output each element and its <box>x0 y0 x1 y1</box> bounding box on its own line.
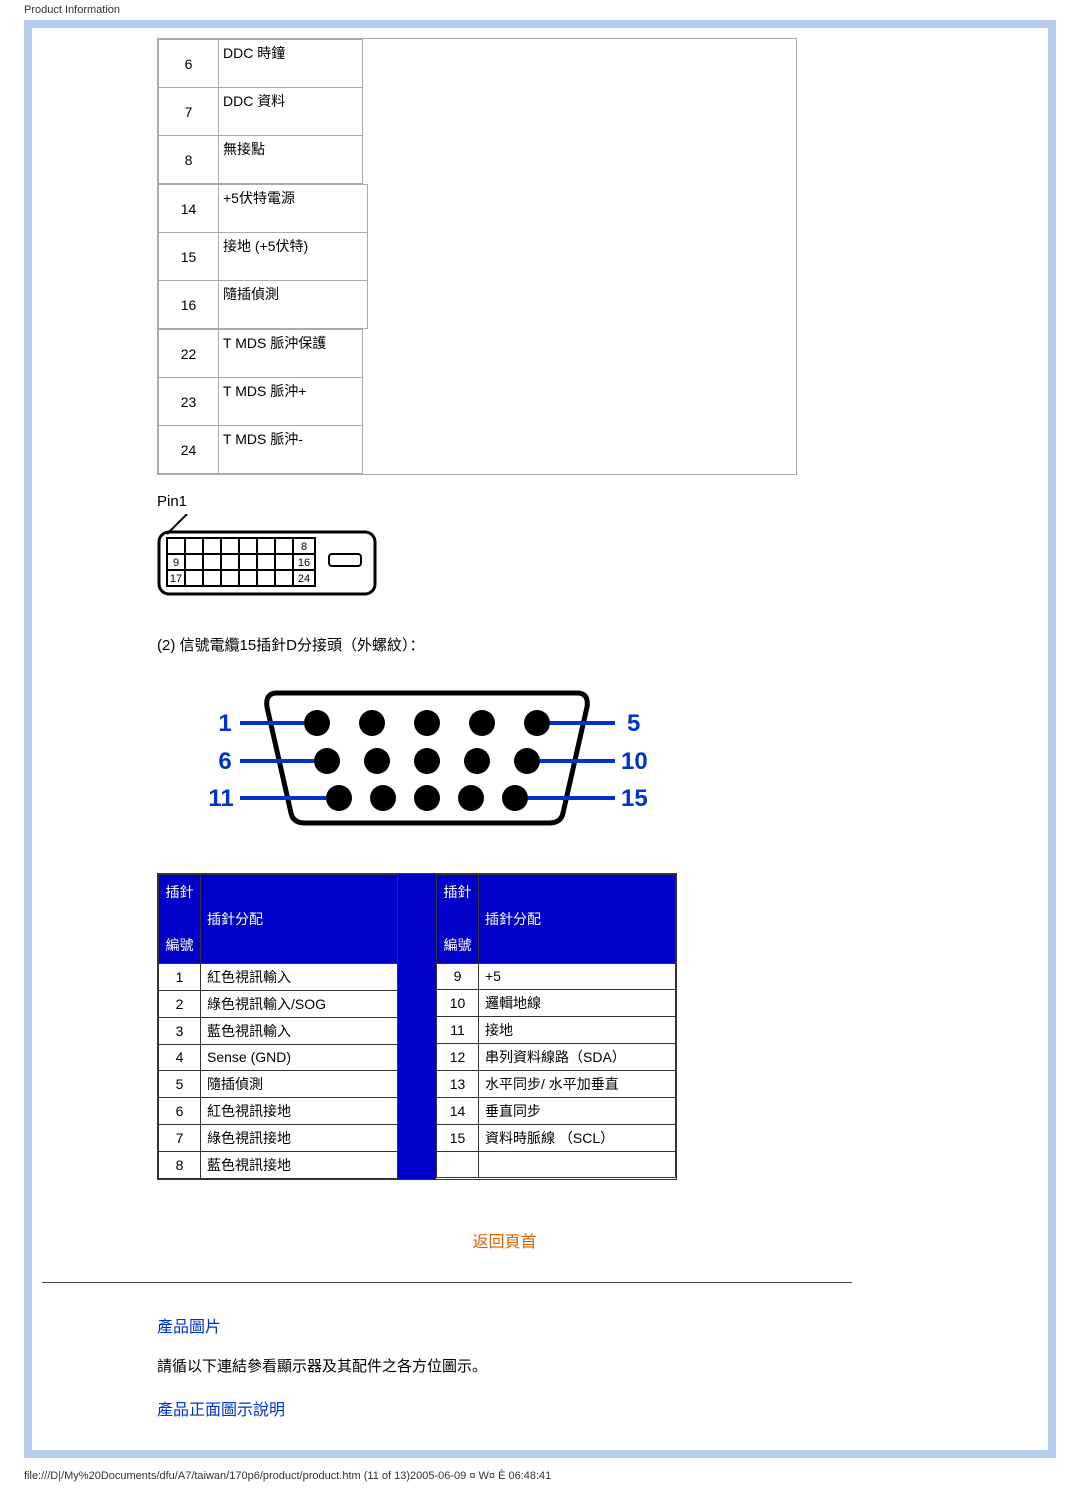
svg-text:6: 6 <box>218 748 231 775</box>
product-image-text: 請循以下連結參看顯示器及其配件之各方位圖示。 <box>157 1355 967 1376</box>
dvi-pin-table: 6DDC 時鐘 7DDC 資料 8無接點 14+5伏特電源 15接地 (+5伏特… <box>157 38 797 475</box>
table-row: 11接地 <box>437 1016 676 1043</box>
page-footer: file:///D|/My%20Documents/dfu/A7/taiwan/… <box>0 1468 1080 1490</box>
pin1-label: Pin1 <box>157 493 967 510</box>
table-row: 9+5 <box>437 963 676 989</box>
table-row: 4Sense (GND) <box>159 1044 398 1070</box>
content-area: 6DDC 時鐘 7DDC 資料 8無接點 14+5伏特電源 15接地 (+5伏特… <box>32 28 1048 1450</box>
product-image-heading: 產品圖片 <box>157 1313 967 1337</box>
svg-text:11: 11 <box>208 785 233 812</box>
svg-text:9: 9 <box>173 557 179 569</box>
table-header: 插針編號 插針分配 <box>437 875 676 964</box>
back-to-top-anchor[interactable]: 返回頁首 <box>472 1234 536 1251</box>
vga-pin-table: 插針編號 插針分配 1紅色視訊輸入2綠色視訊輸入/SOG3藍色視訊輸入4Sens… <box>157 873 677 1180</box>
table-row: 13水平同步/ 水平加垂直 <box>437 1070 676 1097</box>
spacer <box>398 874 436 1179</box>
divider <box>42 1282 852 1283</box>
table-row: 10邏輯地線 <box>437 989 676 1016</box>
svg-text:5: 5 <box>627 710 640 737</box>
section-2-title: (2) 信號電纜15插針D分接頭（外螺紋）： <box>157 634 967 655</box>
table-row: 5隨插偵測 <box>159 1070 398 1097</box>
table-row: 6DDC 時鐘 <box>159 40 363 88</box>
svg-text:8: 8 <box>301 541 307 553</box>
table-row: 7DDC 資料 <box>159 88 363 136</box>
svg-text:1: 1 <box>218 710 231 737</box>
table-row: 14垂直同步 <box>437 1097 676 1124</box>
svg-text:16: 16 <box>298 557 310 569</box>
table-row: 1紅色視訊輸入 <box>159 963 398 990</box>
table-row <box>437 1151 676 1177</box>
svg-text:17: 17 <box>170 573 182 585</box>
back-to-top-link[interactable]: 返回頁首 <box>42 1228 967 1252</box>
svg-text:10: 10 <box>621 748 647 775</box>
table-row: 24T MDS 脈沖- <box>159 426 363 474</box>
product-front-view-link[interactable]: 產品正面圖示說明 <box>157 1402 285 1419</box>
table-row: 12串列資料線路（SDA） <box>437 1043 676 1070</box>
table-row: 15資料時脈線 （SCL） <box>437 1124 676 1151</box>
dvi-connector-diagram: 8 9 16 17 24 <box>157 514 377 604</box>
table-header: 插針編號 插針分配 <box>159 875 398 964</box>
table-row: 7綠色視訊接地 <box>159 1124 398 1151</box>
table-row: 22T MDS 脈沖保護 <box>159 330 363 378</box>
table-row: 16隨插偵測 <box>159 281 368 329</box>
table-row: 8無接點 <box>159 136 363 184</box>
page-frame: 6DDC 時鐘 7DDC 資料 8無接點 14+5伏特電源 15接地 (+5伏特… <box>24 20 1056 1458</box>
table-row: 3藍色視訊輸入 <box>159 1017 398 1044</box>
page-header: Product Information <box>0 0 1080 20</box>
table-row: 6紅色視訊接地 <box>159 1097 398 1124</box>
table-row: 2綠色視訊輸入/SOG <box>159 990 398 1017</box>
table-row: 8藍色視訊接地 <box>159 1151 398 1178</box>
svg-text:15: 15 <box>621 785 647 812</box>
table-row: 23T MDS 脈沖+ <box>159 378 363 426</box>
table-row: 14+5伏特電源 <box>159 185 368 233</box>
table-row: 15接地 (+5伏特) <box>159 233 368 281</box>
vga-connector-diagram: 1 6 11 5 10 15 <box>207 673 967 833</box>
svg-text:24: 24 <box>298 573 310 585</box>
